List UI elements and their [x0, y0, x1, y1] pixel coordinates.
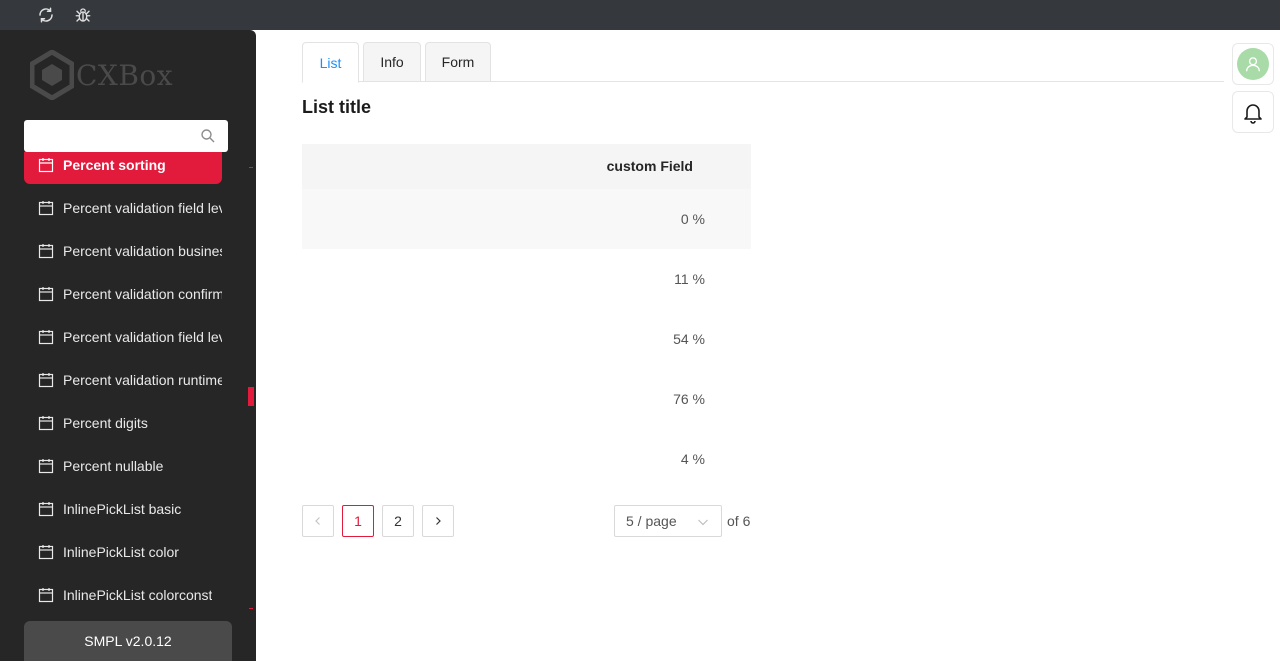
logo: CXBox: [30, 50, 173, 100]
sidebar-item-label: Percent sorting: [63, 156, 166, 173]
scroll-marker-top: [249, 167, 253, 168]
page-2-button[interactable]: 2: [382, 505, 414, 537]
calendar-icon: [38, 157, 54, 172]
calendar-icon: [38, 244, 54, 259]
logo-mark-icon: [30, 50, 74, 100]
calendar-icon: [38, 373, 54, 388]
sidebar-search-input[interactable]: [24, 120, 228, 152]
page-size-select[interactable]: 5 / page: [614, 505, 722, 537]
table-row[interactable]: 54 %: [302, 309, 751, 369]
table-cell[interactable]: 76 %: [673, 391, 705, 407]
chevron-down-icon: [698, 519, 708, 526]
table-cell[interactable]: 11 %: [674, 271, 705, 287]
calendar-icon: [38, 201, 54, 216]
sidebar-item-label: Percent validation confirm: [63, 286, 222, 302]
table-header: custom Field: [302, 144, 751, 189]
column-header-custom-field[interactable]: custom Field: [607, 158, 693, 174]
sidebar-item-label: InlinePickList color: [63, 544, 179, 560]
calendar-icon: [38, 545, 54, 560]
chevron-left-icon: [315, 517, 320, 525]
sidebar-item-label: Percent validation runtime: [63, 372, 222, 388]
tab-list[interactable]: List: [302, 42, 359, 83]
table-row[interactable]: 0 %: [302, 189, 751, 249]
search-icon: [201, 129, 215, 143]
sidebar-item-percent-sorting[interactable]: Percent sorting: [24, 152, 222, 184]
sidebar-menu: Percent sorting Percent validation field…: [24, 152, 224, 622]
tab-form[interactable]: Form: [425, 42, 491, 82]
table-row[interactable]: 4 %: [302, 429, 751, 489]
data-table: custom Field 0 % 11 % 54 % 76 % 4 %: [302, 144, 751, 489]
sidebar-item-label: InlinePickList colorconst: [63, 587, 213, 603]
page-1-button[interactable]: 1: [342, 505, 374, 537]
sidebar-item-inlinepicklist-color[interactable]: InlinePickList color: [24, 533, 222, 571]
sidebar-item-label: Percent validation field level: [63, 329, 222, 345]
sidebar-item-label: Percent validation field level: [63, 200, 222, 216]
avatar: [1237, 48, 1269, 80]
sidebar: CXBox Percent sorting Percent validation…: [0, 30, 256, 661]
user-icon: [1246, 57, 1260, 72]
calendar-icon: [38, 459, 54, 474]
next-page-button[interactable]: [422, 505, 454, 537]
sidebar-item-percent-validation-field-level[interactable]: Percent validation field level: [24, 189, 222, 227]
scroll-marker-bottom: [249, 608, 253, 609]
sidebar-item-label: Percent nullable: [63, 458, 164, 474]
logo-text: CXBox: [76, 58, 174, 92]
sidebar-item-label: Percent digits: [63, 415, 148, 431]
user-avatar-button[interactable]: [1232, 43, 1274, 85]
tab-info[interactable]: Info: [363, 42, 421, 82]
chevron-right-icon: [436, 517, 441, 525]
sidebar-item-label: Percent validation business exception: [63, 243, 222, 259]
bug-icon[interactable]: [73, 5, 93, 25]
calendar-icon: [38, 502, 54, 517]
sidebar-item-percent-validation-runtime[interactable]: Percent validation runtime: [24, 361, 222, 399]
notifications-button[interactable]: [1232, 91, 1274, 133]
total-pages-label: of 6: [727, 513, 751, 529]
table-row[interactable]: 76 %: [302, 369, 751, 429]
version-label: SMPL v2.0.12: [24, 621, 232, 661]
table-cell[interactable]: 54 %: [673, 331, 705, 347]
calendar-icon: [38, 330, 54, 345]
sidebar-item-percent-validation-confirm[interactable]: Percent validation confirm: [24, 275, 222, 313]
sidebar-item-inlinepicklist-basic[interactable]: InlinePickList basic: [24, 490, 222, 528]
sidebar-item-label: InlinePickList basic: [63, 501, 182, 517]
sidebar-item-percent-validation-business[interactable]: Percent validation business exception: [24, 232, 222, 270]
sidebar-item-percent-nullable[interactable]: Percent nullable: [24, 447, 222, 485]
sidebar-item-percent-validation-field-level-2[interactable]: Percent validation field level: [24, 318, 222, 356]
page-size-value: 5 / page: [626, 513, 677, 529]
table-cell[interactable]: 0 %: [681, 211, 705, 227]
calendar-icon: [38, 416, 54, 431]
calendar-icon: [38, 588, 54, 603]
table-row[interactable]: 11 %: [302, 249, 751, 309]
sidebar-item-percent-digits[interactable]: Percent digits: [24, 404, 222, 442]
calendar-icon: [38, 287, 54, 302]
table-cell[interactable]: 4 %: [681, 451, 705, 467]
view-tabs: List Info Form: [302, 42, 1224, 83]
page-title: List title: [302, 97, 372, 117]
sidebar-item-inlinepicklist-colorconst[interactable]: InlinePickList colorconst: [24, 576, 222, 614]
prev-page-button[interactable]: [302, 505, 334, 537]
scrollbar-thumb[interactable]: [248, 387, 254, 406]
bell-icon: [1244, 104, 1262, 124]
refresh-icon[interactable]: [36, 5, 56, 25]
top-bar: [0, 0, 1280, 30]
